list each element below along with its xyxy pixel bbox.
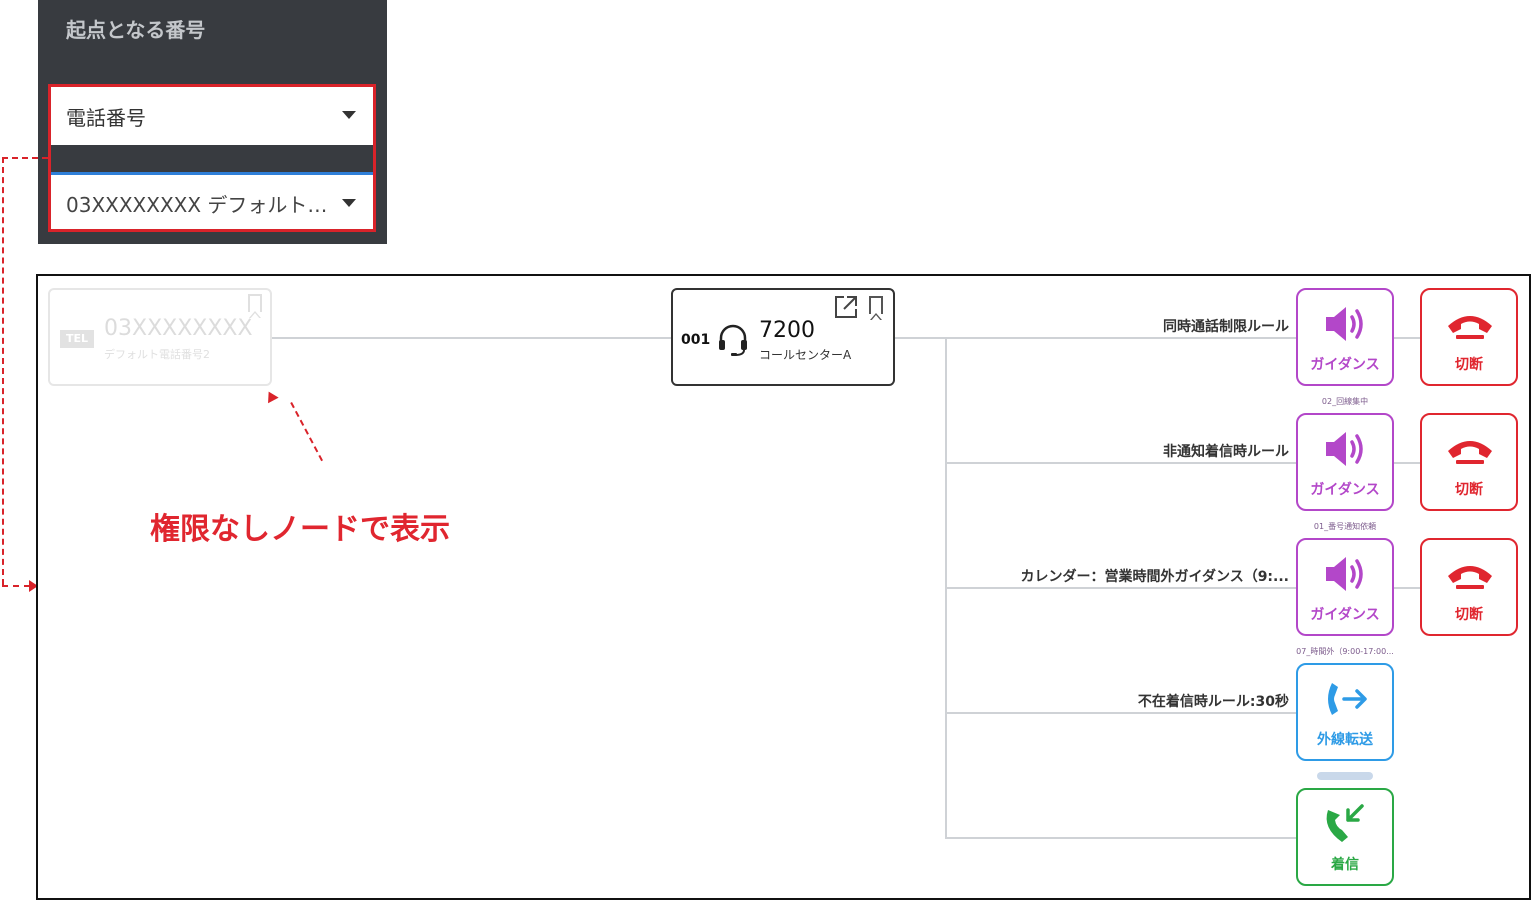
rule-label: 不在着信時ルール:30秒 [1137, 694, 1289, 710]
hangup-icon [1448, 566, 1492, 589]
queue-name: コールセンターA [759, 348, 852, 362]
annotation-dash [290, 402, 323, 462]
transfer-out-icon [1328, 683, 1367, 715]
edge [945, 587, 1297, 589]
external-link-icon[interactable] [833, 294, 859, 320]
connector-dash [2, 585, 30, 587]
edge [945, 712, 1297, 714]
disconnect-label: 切断 [1455, 482, 1483, 498]
redacted-caption [1317, 772, 1373, 780]
speaker-icon [1326, 432, 1363, 466]
edge [895, 337, 947, 339]
arrow-up-icon [263, 388, 279, 404]
edge [945, 462, 1297, 464]
guidance-label: ガイダンス [1310, 357, 1380, 373]
rule-label: カレンダー：営業時間外ガイダンス（9:... [1020, 569, 1289, 585]
flow-canvas: TEL 03XXXXXXXX デフォルト電話番号2 権限なしノードで表示 001… [36, 274, 1531, 900]
incoming-node[interactable]: 着信 [1296, 788, 1394, 886]
annotation-text: 権限なしノードで表示 [150, 512, 450, 547]
queue-number: 7200 [759, 318, 815, 343]
connector-dash [2, 157, 48, 159]
bookmark-icon[interactable] [869, 296, 883, 321]
hangup-icon [1448, 316, 1492, 339]
hangup-icon [1448, 441, 1492, 464]
bookmark-icon[interactable] [248, 294, 262, 319]
guidance-node[interactable]: ガイダンス [1296, 413, 1394, 511]
start-node-number: 03XXXXXXXX [104, 316, 253, 341]
rule-label: 非通知着信時ルール [1163, 444, 1289, 460]
headset-icon [719, 324, 747, 356]
guidance-label: ガイダンス [1310, 482, 1380, 498]
speaker-icon [1326, 557, 1363, 591]
disconnect-node[interactable]: 切断 [1420, 538, 1518, 636]
tel-badge: TEL [60, 330, 94, 348]
disconnect-label: 切断 [1455, 607, 1483, 623]
disconnect-node[interactable]: 切断 [1420, 288, 1518, 386]
guidance-caption: 01_番号通知依頼 [1313, 522, 1377, 531]
guidance-caption: 02_回線集中 [1321, 397, 1369, 406]
edge [272, 337, 671, 339]
edge [945, 837, 1297, 839]
incoming-label: 着信 [1331, 857, 1359, 873]
edge [1394, 587, 1420, 589]
guidance-node[interactable]: ガイダンス [1296, 538, 1394, 636]
guidance-label: ガイダンス [1310, 607, 1380, 623]
disconnect-label: 切断 [1455, 357, 1483, 373]
transfer-node[interactable]: 外線転送 [1296, 663, 1394, 761]
start-node-disabled[interactable]: TEL 03XXXXXXXX デフォルト電話番号2 [48, 288, 272, 386]
connector-dash [2, 157, 4, 585]
speaker-icon [1326, 307, 1363, 341]
start-node-label: デフォルト電話番号2 [104, 348, 210, 361]
edge [1394, 337, 1420, 339]
rule-label: 同時通話制限ルール [1163, 319, 1289, 335]
queue-node[interactable]: 001 7200 コールセンターA [671, 288, 895, 386]
panel-title: 起点となる番号 [66, 18, 206, 42]
guidance-node[interactable]: ガイダンス [1296, 288, 1394, 386]
highlight-box [48, 84, 376, 232]
edge [1394, 462, 1420, 464]
incoming-call-icon [1326, 804, 1364, 842]
queue-id: 001 [681, 332, 711, 348]
transfer-label: 外線転送 [1317, 732, 1373, 748]
edge [945, 337, 1297, 339]
start-number-panel: 起点となる番号 電話番号 03XXXXXXXX デフォルト… [38, 0, 387, 244]
disconnect-node[interactable]: 切断 [1420, 413, 1518, 511]
guidance-caption: 07_時間外（9:00-17:00... [1296, 647, 1394, 656]
